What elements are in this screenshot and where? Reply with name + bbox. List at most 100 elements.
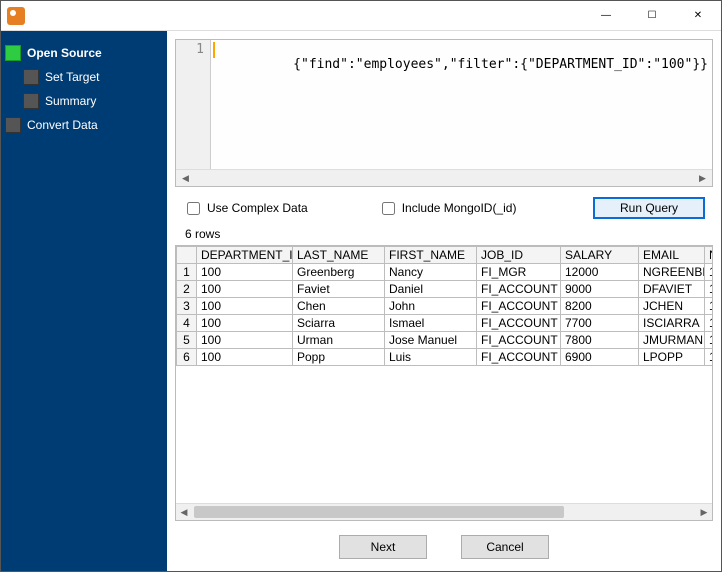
close-button[interactable]: ✕ bbox=[675, 1, 721, 31]
grid-horizontal-scrollbar[interactable]: ◀ ▶ bbox=[176, 503, 712, 520]
cell-truncated[interactable]: 1 bbox=[705, 298, 713, 315]
sidebar-item-convert-data[interactable]: Convert Data bbox=[1, 113, 167, 137]
column-header[interactable]: FIRST_NAME bbox=[385, 247, 477, 264]
column-header[interactable]: EMAIL bbox=[639, 247, 705, 264]
cell-department-id[interactable]: 100 bbox=[197, 332, 293, 349]
cell-salary[interactable]: 6900 bbox=[561, 349, 639, 366]
cell-truncated[interactable]: 1 bbox=[705, 332, 713, 349]
query-editor: 1 {"find":"employees","filter":{"DEPARTM… bbox=[175, 39, 713, 187]
table-row[interactable]: 5100UrmanJose ManuelFI_ACCOUNT7800JMURMA… bbox=[177, 332, 713, 349]
scroll-right-icon[interactable]: ▶ bbox=[695, 172, 710, 185]
sidebar-item-open-source[interactable]: Open Source bbox=[1, 41, 167, 65]
cell-last-name[interactable]: Urman bbox=[293, 332, 385, 349]
cell-job-id[interactable]: FI_ACCOUNT bbox=[477, 298, 561, 315]
cell-department-id[interactable]: 100 bbox=[197, 298, 293, 315]
cell-first-name[interactable]: Luis bbox=[385, 349, 477, 366]
titlebar: — ☐ ✕ bbox=[1, 1, 721, 31]
column-header[interactable]: JOB_ID bbox=[477, 247, 561, 264]
row-count-label: 6 rows bbox=[167, 223, 721, 245]
cell-email[interactable]: JCHEN bbox=[639, 298, 705, 315]
cell-first-name[interactable]: Daniel bbox=[385, 281, 477, 298]
cell-first-name[interactable]: Jose Manuel bbox=[385, 332, 477, 349]
cell-email[interactable]: NGREENBE bbox=[639, 264, 705, 281]
column-header[interactable]: LAST_NAME bbox=[293, 247, 385, 264]
cell-department-id[interactable]: 100 bbox=[197, 281, 293, 298]
app-icon bbox=[7, 7, 25, 25]
cell-job-id[interactable]: FI_MGR bbox=[477, 264, 561, 281]
scroll-left-icon[interactable]: ◀ bbox=[178, 172, 193, 185]
table-row[interactable]: 6100PoppLuisFI_ACCOUNT6900LPOPP1 bbox=[177, 349, 713, 366]
row-number: 2 bbox=[177, 281, 197, 298]
cell-salary[interactable]: 7700 bbox=[561, 315, 639, 332]
results-table: DEPARTMENT_ID LAST_NAME FIRST_NAME JOB_I… bbox=[176, 246, 712, 366]
cell-department-id[interactable]: 100 bbox=[197, 264, 293, 281]
cell-email[interactable]: DFAVIET bbox=[639, 281, 705, 298]
window-controls: — ☐ ✕ bbox=[583, 1, 721, 31]
cell-last-name[interactable]: Faviet bbox=[293, 281, 385, 298]
table-row[interactable]: 4100SciarraIsmaelFI_ACCOUNT7700ISCIARRA1 bbox=[177, 315, 713, 332]
column-header[interactable]: N bbox=[705, 247, 713, 264]
cell-email[interactable]: LPOPP bbox=[639, 349, 705, 366]
maximize-button[interactable]: ☐ bbox=[629, 1, 675, 31]
table-row[interactable]: 3100ChenJohnFI_ACCOUNT8200JCHEN1 bbox=[177, 298, 713, 315]
cell-last-name[interactable]: Popp bbox=[293, 349, 385, 366]
column-header[interactable]: SALARY bbox=[561, 247, 639, 264]
cell-first-name[interactable]: John bbox=[385, 298, 477, 315]
code-text: {"find":"employees","filter":{"DEPARTMEN… bbox=[293, 57, 708, 72]
cell-last-name[interactable]: Sciarra bbox=[293, 315, 385, 332]
cell-job-id[interactable]: FI_ACCOUNT bbox=[477, 315, 561, 332]
row-number: 1 bbox=[177, 264, 197, 281]
sidebar-item-summary[interactable]: Summary bbox=[1, 89, 167, 113]
checkbox-label: Use Complex Data bbox=[207, 201, 308, 215]
cell-last-name[interactable]: Chen bbox=[293, 298, 385, 315]
cell-last-name[interactable]: Greenberg bbox=[293, 264, 385, 281]
cancel-button[interactable]: Cancel bbox=[461, 535, 549, 559]
cell-truncated[interactable]: 1 bbox=[705, 281, 713, 298]
cell-truncated[interactable]: 1 bbox=[705, 264, 713, 281]
scroll-right-icon[interactable]: ▶ bbox=[696, 505, 712, 520]
cell-truncated[interactable]: 1 bbox=[705, 349, 713, 366]
checkbox-input[interactable] bbox=[382, 202, 395, 215]
cell-truncated[interactable]: 1 bbox=[705, 315, 713, 332]
cell-job-id[interactable]: FI_ACCOUNT bbox=[477, 332, 561, 349]
step-indicator-icon bbox=[5, 117, 21, 133]
row-header-corner bbox=[177, 247, 197, 264]
cell-job-id[interactable]: FI_ACCOUNT bbox=[477, 349, 561, 366]
checkbox-input[interactable] bbox=[187, 202, 200, 215]
table-row[interactable]: 1100GreenbergNancyFI_MGR12000NGREENBE1 bbox=[177, 264, 713, 281]
cell-department-id[interactable]: 100 bbox=[197, 349, 293, 366]
use-complex-data-checkbox[interactable]: Use Complex Data bbox=[183, 199, 308, 218]
include-mongoid-checkbox[interactable]: Include MongoID(_id) bbox=[378, 199, 517, 218]
table-row[interactable]: 2100FavietDanielFI_ACCOUNT9000DFAVIET1 bbox=[177, 281, 713, 298]
editor-gutter: 1 bbox=[176, 40, 211, 169]
cell-job-id[interactable]: FI_ACCOUNT bbox=[477, 281, 561, 298]
minimize-button[interactable]: — bbox=[583, 1, 629, 31]
table-header-row: DEPARTMENT_ID LAST_NAME FIRST_NAME JOB_I… bbox=[177, 247, 713, 264]
run-query-button[interactable]: Run Query bbox=[593, 197, 705, 219]
cell-email[interactable]: ISCIARRA bbox=[639, 315, 705, 332]
cell-first-name[interactable]: Nancy bbox=[385, 264, 477, 281]
sidebar-item-label: Summary bbox=[45, 94, 96, 108]
wizard-sidebar: Open Source Set Target Summary Convert D… bbox=[1, 31, 167, 571]
cell-department-id[interactable]: 100 bbox=[197, 315, 293, 332]
row-number: 6 bbox=[177, 349, 197, 366]
code-area[interactable]: {"find":"employees","filter":{"DEPARTMEN… bbox=[211, 40, 712, 169]
sidebar-item-label: Convert Data bbox=[27, 118, 98, 132]
cell-email[interactable]: JMURMAN bbox=[639, 332, 705, 349]
row-number: 4 bbox=[177, 315, 197, 332]
cell-salary[interactable]: 9000 bbox=[561, 281, 639, 298]
cell-salary[interactable]: 8200 bbox=[561, 298, 639, 315]
column-header[interactable]: DEPARTMENT_ID bbox=[197, 247, 293, 264]
next-button[interactable]: Next bbox=[339, 535, 427, 559]
scroll-left-icon[interactable]: ◀ bbox=[176, 505, 192, 520]
step-indicator-icon bbox=[23, 69, 39, 85]
options-row: Use Complex Data Include MongoID(_id) Ru… bbox=[167, 187, 721, 223]
editor-horizontal-scrollbar[interactable]: ◀ ▶ bbox=[176, 169, 712, 186]
cell-salary[interactable]: 7800 bbox=[561, 332, 639, 349]
scrollbar-thumb[interactable] bbox=[194, 506, 564, 518]
sidebar-item-set-target[interactable]: Set Target bbox=[1, 65, 167, 89]
cell-salary[interactable]: 12000 bbox=[561, 264, 639, 281]
cell-first-name[interactable]: Ismael bbox=[385, 315, 477, 332]
row-number: 5 bbox=[177, 332, 197, 349]
step-indicator-icon bbox=[23, 93, 39, 109]
